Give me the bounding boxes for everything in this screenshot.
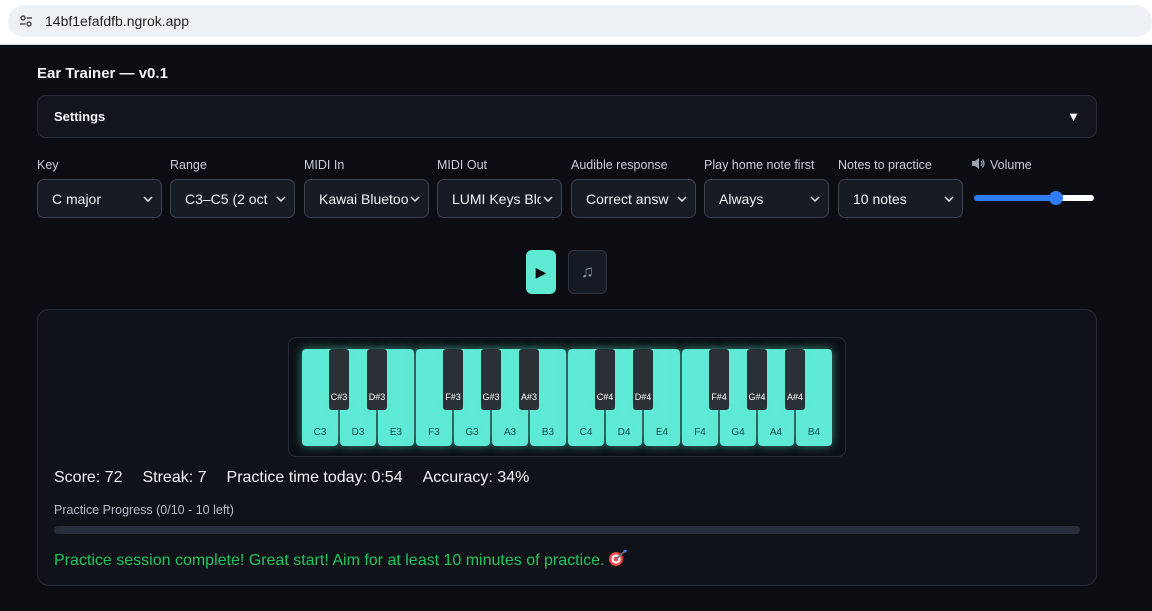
chevron-down-icon	[942, 195, 954, 202]
key-label: G#3	[482, 391, 500, 402]
black-key-d-sharp3[interactable]: D#3	[367, 349, 387, 410]
play-home-note-button[interactable]: ♫	[568, 250, 607, 294]
key-label: C#4	[596, 391, 614, 402]
key-label: A3	[503, 427, 517, 438]
chevron-down-icon[interactable]: ▼	[1067, 109, 1080, 124]
key-label: D4	[617, 427, 631, 438]
key-label: D#3	[368, 391, 386, 402]
key-label: C4	[579, 427, 593, 438]
midi-in-label: MIDI In	[304, 158, 345, 172]
audible-response-select-value: Correct answ	[586, 190, 669, 207]
volume-slider[interactable]	[974, 191, 1094, 205]
play-button[interactable]: ▶	[526, 250, 556, 294]
play-icon: ▶	[535, 263, 547, 280]
score-stat: Score: 72	[54, 469, 123, 486]
black-key-f-sharp3[interactable]: F#3	[443, 349, 463, 410]
range-label: Range	[170, 158, 207, 172]
key-control: Key C major	[37, 158, 162, 218]
streak-stat: Streak: 7	[142, 469, 207, 486]
range-select-value: C3–C5 (2 oct	[185, 190, 268, 207]
key-label: A#3	[520, 391, 537, 402]
key-label: F#3	[445, 391, 461, 402]
black-key-c-sharp4[interactable]: C#4	[595, 349, 615, 410]
key-label: D3	[351, 427, 365, 438]
progress-label: Practice Progress (0/10 - 10 left)	[54, 503, 234, 517]
black-key-f-sharp4[interactable]: F#4	[709, 349, 729, 410]
site-settings-icon[interactable]	[18, 13, 34, 29]
range-control: Range C3–C5 (2 oct	[170, 158, 295, 218]
key-label: G#4	[748, 391, 766, 402]
chevron-down-icon	[141, 195, 153, 202]
home-note-label: Play home note first	[704, 158, 815, 172]
volume-label: Volume	[990, 158, 1032, 172]
accuracy-stat: Accuracy: 34%	[422, 469, 530, 486]
notes-count-control: Notes to practice 10 notes	[838, 158, 963, 218]
midi-in-select-value: Kawai Bluetoo	[319, 190, 408, 207]
key-label: E4	[655, 427, 669, 438]
key-label: A4	[769, 427, 783, 438]
home-note-select[interactable]: Always	[704, 179, 829, 218]
app-title: Ear Trainer — v0.1	[37, 65, 168, 82]
practice-time-stat: Practice time today: 0:54	[226, 469, 403, 486]
key-label: E3	[389, 427, 403, 438]
key-label: F#4	[711, 391, 727, 402]
audible-response-label: Audible response	[571, 158, 668, 172]
black-key-g-sharp4[interactable]: G#4	[747, 349, 767, 410]
chevron-down-icon	[541, 195, 553, 202]
audible-response-control: Audible response Correct answ	[571, 158, 696, 218]
music-note-icon: ♫	[581, 262, 594, 281]
audible-response-select[interactable]: Correct answ	[571, 179, 696, 218]
browser-chrome: 14bf1efafdfb.ngrok.app	[0, 0, 1152, 45]
key-select-value: C major	[52, 190, 102, 207]
chevron-down-icon	[274, 195, 286, 202]
key-label: G4	[731, 427, 745, 438]
key-label: Key	[37, 158, 59, 172]
target-dart-icon	[608, 549, 628, 572]
key-label: C3	[313, 427, 327, 438]
black-key-d-sharp4[interactable]: D#4	[633, 349, 653, 410]
midi-out-select-value: LUMI Keys Blo	[452, 190, 541, 207]
notes-count-select[interactable]: 10 notes	[838, 179, 963, 218]
status-message-text: Practice session complete! Great start! …	[54, 551, 605, 569]
notes-count-select-value: 10 notes	[853, 190, 907, 207]
midi-out-select[interactable]: LUMI Keys Blo	[437, 179, 562, 218]
address-bar[interactable]: 14bf1efafdfb.ngrok.app	[8, 5, 1152, 37]
progress-bar	[54, 526, 1080, 534]
black-key-g-sharp3[interactable]: G#3	[481, 349, 501, 410]
black-key-a-sharp4[interactable]: A#4	[785, 349, 805, 410]
settings-accordion[interactable]: Settings ▼	[37, 95, 1097, 138]
settings-label: Settings	[54, 109, 106, 124]
black-key-c-sharp3[interactable]: C#3	[329, 349, 349, 410]
chevron-down-icon	[808, 195, 820, 202]
home-note-control: Play home note first Always	[704, 158, 829, 218]
midi-in-control: MIDI In Kawai Bluetoo	[304, 158, 429, 218]
key-label: D#4	[634, 391, 652, 402]
key-select[interactable]: C major	[37, 179, 162, 218]
range-select[interactable]: C3–C5 (2 oct	[170, 179, 295, 218]
url-text: 14bf1efafdfb.ngrok.app	[45, 13, 190, 29]
midi-out-control: MIDI Out LUMI Keys Blo	[437, 158, 562, 218]
key-label: B3	[541, 427, 555, 438]
volume-slider-fill	[974, 195, 1056, 201]
key-label: A#4	[786, 391, 803, 402]
speaker-icon	[971, 157, 986, 173]
midi-in-select[interactable]: Kawai Bluetoo	[304, 179, 429, 218]
key-label: F3	[428, 427, 440, 438]
chevron-down-icon	[408, 195, 420, 202]
volume-slider-thumb[interactable]	[1049, 191, 1063, 205]
key-label: G3	[465, 427, 479, 438]
key-label: B4	[807, 427, 821, 438]
black-key-a-sharp3[interactable]: A#3	[519, 349, 539, 410]
home-note-select-value: Always	[719, 190, 764, 207]
chevron-down-icon	[675, 195, 687, 202]
stats-row: Score: 72 Streak: 7 Practice time today:…	[54, 469, 529, 487]
key-label: F4	[694, 427, 706, 438]
midi-out-label: MIDI Out	[437, 158, 488, 172]
volume-label-group: Volume	[971, 157, 1032, 173]
status-message: Practice session complete! Great start! …	[54, 549, 628, 572]
notes-count-label: Notes to practice	[838, 158, 932, 172]
key-label: C#3	[330, 391, 348, 402]
